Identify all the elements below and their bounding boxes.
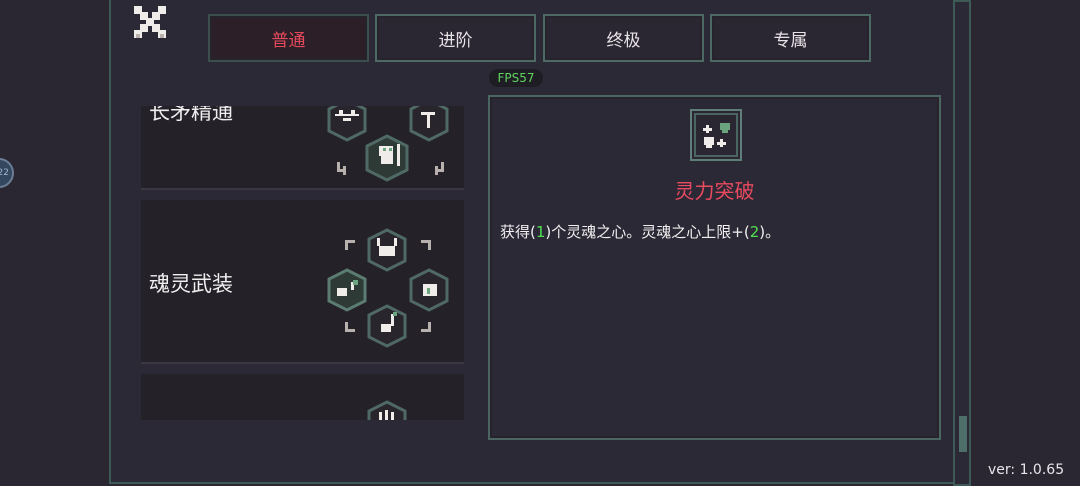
divider <box>141 362 464 364</box>
skill-name: 长矛精通 <box>149 106 233 124</box>
tab-normal[interactable]: 普通 <box>208 14 369 62</box>
divider <box>141 188 464 190</box>
version-label: ver: 1.0.65 <box>988 462 1065 478</box>
skill-name: 魂灵武装 <box>149 272 233 296</box>
tab-exclusive[interactable]: 专属 <box>710 14 871 62</box>
fps-counter: FPS57 <box>489 69 543 87</box>
close-icon[interactable] <box>132 4 168 40</box>
skill-card-spear-mastery[interactable]: 长矛精通 <box>141 106 464 188</box>
claw-skill-tree-icon <box>367 400 407 420</box>
skill-detail-title: 灵力突破 <box>674 179 755 203</box>
tab-advanced[interactable]: 进阶 <box>375 14 536 62</box>
skill-card-soul-armament[interactable]: 魂灵武装 <box>141 200 464 362</box>
spear-skill-tree-icon <box>327 106 449 182</box>
soul-armament-skill-tree-icon <box>327 228 449 348</box>
skill-list[interactable]: 长矛精通 魂灵武装 <box>141 106 464 420</box>
soul-heart-sparkle-icon <box>690 109 742 161</box>
skill-card-next[interactable] <box>141 374 464 420</box>
scrollbar-thumb[interactable] <box>959 416 967 452</box>
skill-detail-panel: 灵力突破 获得(1)个灵魂之心。灵魂之心上限+(2)。 <box>488 95 941 440</box>
scrollbar[interactable] <box>953 0 971 486</box>
skill-detail-description: 获得(1)个灵魂之心。灵魂之心上限+(2)。 <box>500 223 781 241</box>
side-badge[interactable]: 22 <box>0 158 14 188</box>
tab-ultimate[interactable]: 终极 <box>543 14 704 62</box>
